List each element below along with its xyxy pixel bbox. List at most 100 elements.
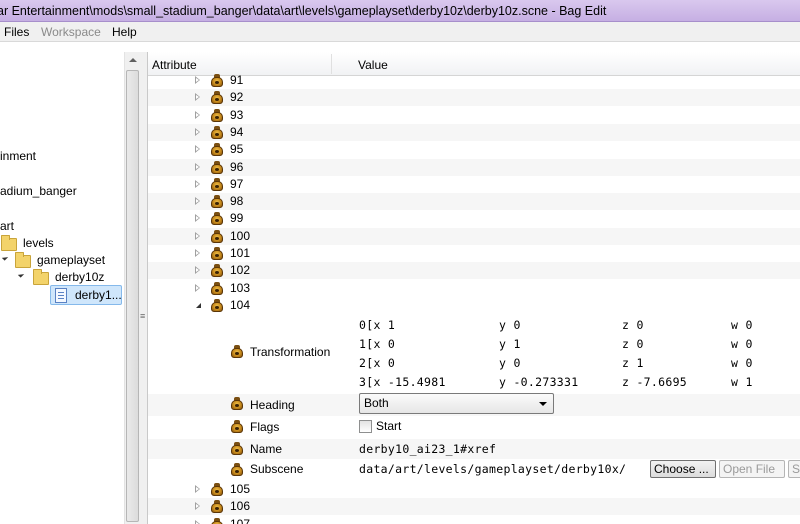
tree-node-derby10z[interactable]: derby10z (55, 270, 104, 284)
heading-dropdown[interactable]: Both (359, 393, 554, 414)
row-label: 106 (230, 499, 251, 514)
tree-node-art[interactable]: art (0, 219, 14, 233)
table-row[interactable]: 104 (148, 297, 800, 314)
attribute-grid: Attribute Value 91 92 93 94 95 96 97 98 99 100 101… (147, 52, 800, 524)
row-label: 96 (230, 159, 244, 174)
matrix-cell[interactable]: y 0 (499, 317, 521, 334)
matrix-cell[interactable]: z 1 (622, 355, 644, 372)
table-row[interactable]: 101 (148, 245, 800, 262)
expand-arrow-icon[interactable] (195, 249, 200, 257)
row-label: 100 (230, 228, 251, 243)
matrix-cell[interactable]: 1[x 0 (359, 336, 395, 353)
tree-node-small-stadium-banger[interactable]: adium_banger (0, 184, 77, 198)
matrix-cell[interactable]: w 0 (731, 336, 753, 353)
bag-icon (210, 74, 224, 88)
matrix-cell[interactable]: 2[x 0 (359, 355, 395, 372)
matrix-cell[interactable]: y 0 (499, 355, 521, 372)
chevron-down-icon[interactable] (539, 402, 547, 406)
table-row[interactable]: 93 (148, 107, 800, 124)
expand-arrow-icon[interactable] (195, 485, 200, 493)
choose-button[interactable]: Choose ... (650, 460, 716, 478)
table-row[interactable]: 107 (148, 516, 800, 524)
expand-arrow-icon[interactable] (195, 145, 200, 154)
matrix-cell[interactable]: w 1 (731, 374, 753, 391)
table-row[interactable]: 106 (148, 498, 800, 516)
tree-node-levels[interactable]: levels (23, 236, 54, 250)
flags-label: Flags (250, 420, 280, 434)
scroll-up-icon[interactable] (129, 58, 137, 62)
menu-files[interactable]: Files (4, 22, 29, 42)
table-row[interactable]: 100 (148, 227, 800, 245)
scrollbar-thumb[interactable] (126, 70, 139, 522)
table-row[interactable]: 102 (148, 262, 800, 280)
row-label: 101 (230, 246, 251, 260)
name-value[interactable]: derby10_ai23_1#xref (359, 441, 496, 458)
matrix-cell[interactable]: 3[x -15.4981 (359, 374, 446, 391)
table-row[interactable]: 94 (148, 123, 800, 141)
matrix-cell[interactable]: y 1 (499, 336, 521, 353)
column-divider[interactable] (331, 54, 332, 74)
matrix-cell[interactable]: w 0 (731, 317, 753, 334)
bag-icon (210, 500, 224, 514)
expand-arrow-icon[interactable] (195, 110, 200, 119)
matrix-cell[interactable]: 0[x 1 (359, 317, 395, 334)
folder-icon (33, 269, 49, 285)
table-row[interactable]: 98 (148, 193, 800, 211)
collapse-arrow-icon[interactable] (196, 303, 201, 308)
table-row[interactable]: 91 (148, 72, 800, 89)
subscene-label: Subscene (250, 462, 304, 476)
expand-arrow-icon[interactable] (195, 179, 200, 188)
row-label: 102 (230, 263, 251, 278)
menu-workspace[interactable]: Workspace (41, 22, 101, 42)
tree-node-gameplayset[interactable]: gameplayset (37, 253, 105, 267)
expand-arrow-icon[interactable] (195, 231, 200, 240)
tree-node-derby10z-scne[interactable]: derby1... (75, 288, 122, 302)
matrix-cell[interactable]: z 0 (622, 336, 644, 353)
bag-icon (210, 229, 224, 244)
matrix-cell[interactable]: y -0.273331 (499, 374, 578, 391)
subscene-value[interactable]: data/art/levels/gameplayset/derby10x/ (359, 461, 626, 478)
table-row[interactable]: 99 (148, 210, 800, 227)
table-row[interactable]: 103 (148, 280, 800, 297)
expand-arrow-icon[interactable] (195, 197, 200, 206)
matrix-cell[interactable]: z 0 (622, 317, 644, 334)
name-label: Name (250, 442, 283, 456)
expand-arrow-icon[interactable] (17, 271, 25, 278)
transformation-row: Transformation (148, 315, 800, 391)
tree-node-entertainment[interactable]: inment (0, 149, 36, 163)
menu-help[interactable]: Help (112, 22, 137, 42)
tree-scrollbar[interactable] (124, 52, 140, 524)
matrix-cell[interactable]: z -7.6695 (622, 374, 687, 391)
row-label: 103 (230, 280, 251, 295)
row-label: 93 (230, 107, 244, 122)
expand-arrow-icon[interactable] (195, 519, 200, 524)
table-row[interactable]: 95 (148, 141, 800, 158)
table-row[interactable]: 92 (148, 89, 800, 107)
table-row[interactable]: 105 (148, 481, 800, 498)
splitter-grip-icon[interactable]: ≡ (140, 312, 145, 321)
pane-splitter[interactable]: ≡ (140, 52, 147, 524)
show-button[interactable]: Sh (788, 460, 800, 478)
bag-icon (210, 91, 224, 105)
expand-arrow-icon[interactable] (195, 214, 200, 223)
expand-arrow-icon[interactable] (195, 127, 200, 136)
expand-arrow-icon[interactable] (195, 283, 200, 292)
start-checkbox-label[interactable]: Start (376, 418, 401, 435)
row-label: 104 (230, 298, 251, 312)
row-label: 97 (230, 176, 244, 191)
bag-icon (210, 264, 224, 278)
bag-icon (230, 345, 244, 359)
matrix-cell[interactable]: w 0 (731, 355, 753, 372)
bag-icon (210, 247, 224, 261)
bag-icon (230, 442, 244, 456)
start-checkbox[interactable] (359, 420, 372, 433)
table-row[interactable]: 96 (148, 158, 800, 176)
expand-arrow-icon[interactable] (195, 76, 200, 84)
expand-arrow-icon[interactable] (195, 266, 200, 275)
expand-arrow-icon[interactable] (1, 254, 9, 261)
open-file-button[interactable]: Open File (719, 460, 785, 478)
expand-arrow-icon[interactable] (195, 93, 200, 102)
expand-arrow-icon[interactable] (195, 502, 200, 511)
expand-arrow-icon[interactable] (195, 162, 200, 171)
table-row[interactable]: 97 (148, 176, 800, 193)
